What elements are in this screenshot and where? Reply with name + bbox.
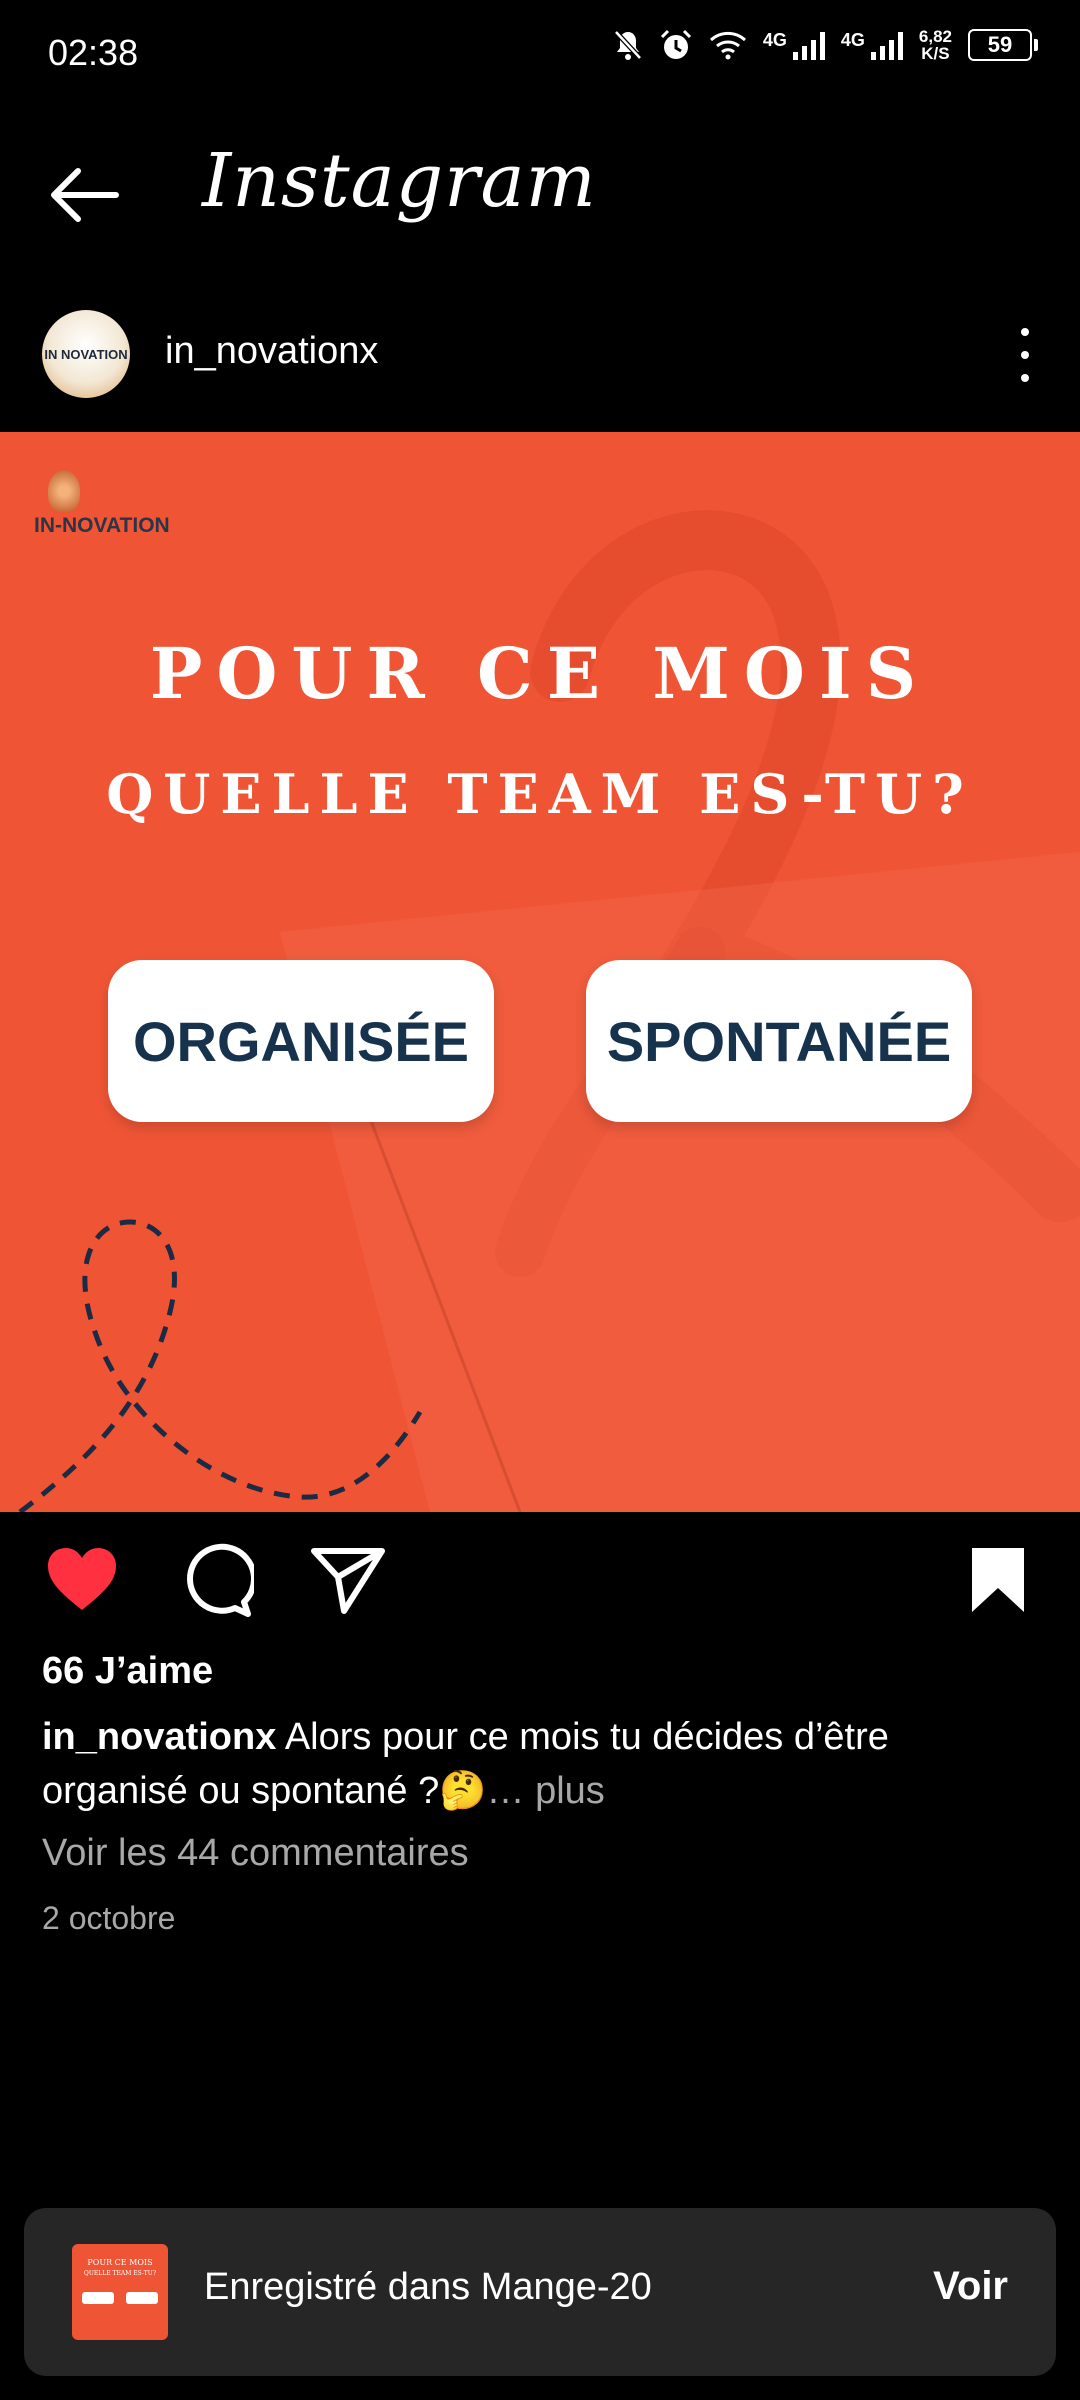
brand-text: IN-NOVATION — [34, 514, 170, 537]
avatar[interactable]: IN NOVATION — [42, 310, 130, 398]
status-time: 02:38 — [48, 32, 139, 73]
caption: in_novationx Alors pour ce mois tu décid… — [42, 1710, 1042, 1818]
more-dots-icon — [1021, 328, 1029, 336]
heart-filled-icon — [48, 1548, 116, 1610]
image-headline-2: QUELLE TEAM ES-TU? — [106, 762, 974, 826]
bookmark-filled-icon — [972, 1548, 1024, 1612]
choice-organisee: ORGANISÉE — [108, 960, 494, 1122]
toast-thumbnail: POUR CE MOIS QUELLE TEAM ES-TU? — [72, 2244, 168, 2340]
signal-icon: 4G — [841, 30, 903, 60]
status-icons: 4G 4G 6,82 K/S 59 — [613, 27, 1038, 63]
saved-toast: POUR CE MOIS QUELLE TEAM ES-TU? Enregist… — [24, 2208, 1056, 2376]
send-icon — [311, 1548, 385, 1614]
post-header: IN NOVATION in_novationx — [0, 300, 1080, 420]
comment-icon — [187, 1543, 254, 1617]
post-actions — [0, 1530, 1080, 1630]
bulb-icon — [48, 470, 80, 512]
comment-button[interactable] — [176, 1540, 256, 1620]
mute-bell-icon — [613, 29, 643, 61]
status-bar: 02:38 4G 4G 6,82 K/S 59 — [0, 0, 1080, 108]
signal-icon: 4G — [763, 30, 825, 60]
like-button[interactable] — [42, 1540, 122, 1620]
alarm-icon — [659, 28, 693, 62]
caption-more-link[interactable]: … plus — [487, 1770, 605, 1812]
network-speed: 6,82 K/S — [918, 27, 952, 63]
share-button[interactable] — [308, 1540, 388, 1620]
save-button[interactable] — [958, 1540, 1038, 1620]
toast-message: Enregistré dans Mange-20 — [204, 2266, 652, 2308]
toast-view-button[interactable]: Voir — [933, 2264, 1008, 2309]
wifi-icon — [709, 30, 747, 60]
more-options-button[interactable] — [1000, 322, 1050, 388]
battery-icon: 59 — [968, 29, 1038, 61]
app-title: Instagram — [202, 138, 597, 224]
post-username[interactable]: in_novationx — [165, 330, 378, 373]
likes-count[interactable]: 66 J’aime — [42, 1650, 213, 1693]
back-button[interactable] — [44, 160, 124, 230]
image-headline-1: POUR CE MOIS — [149, 632, 931, 715]
brand-logo: IN-NOVATION — [34, 470, 170, 538]
caption-username[interactable]: in_novationx — [42, 1716, 276, 1758]
post-image[interactable]: IN-NOVATION POUR CE MOIS QUELLE TEAM ES-… — [0, 432, 1080, 1512]
arrow-left-icon — [51, 168, 119, 222]
avatar-text: IN NOVATION — [44, 346, 128, 362]
app-header: Instagram — [0, 120, 1080, 270]
post-date: 2 octobre — [42, 1900, 176, 1936]
choice-spontanee: SPONTANÉE — [586, 960, 972, 1122]
view-comments-link[interactable]: Voir les 44 commentaires — [42, 1832, 469, 1875]
